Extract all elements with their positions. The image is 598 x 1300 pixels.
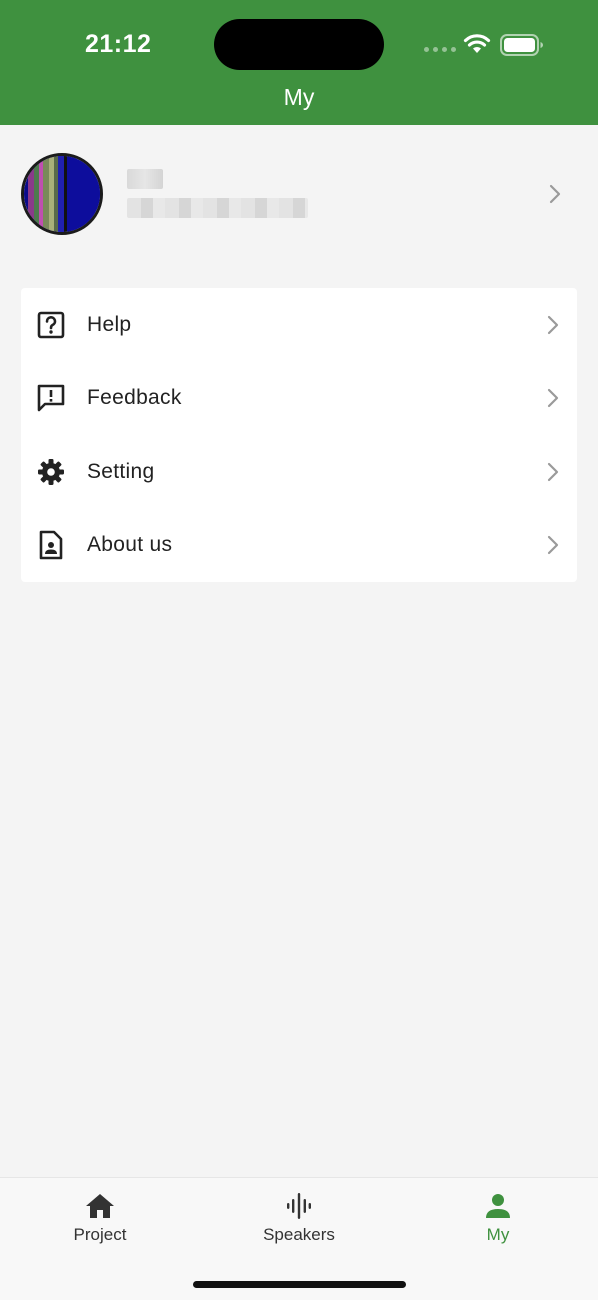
profile-detail-redacted [127,198,308,218]
menu-item-feedback[interactable]: Feedback [21,362,577,436]
chevron-right-icon [547,462,559,481]
person-icon [485,1192,511,1220]
menu-item-help[interactable]: Help [21,288,577,362]
app-header: 21:12 My [0,0,598,125]
dynamic-island [214,19,384,70]
menu-item-setting[interactable]: Setting [21,435,577,509]
menu-item-label: Setting [87,459,155,483]
help-icon [36,310,66,340]
profile-row[interactable] [0,125,598,265]
tab-speakers[interactable]: Speakers [199,1178,399,1258]
chevron-right-icon [547,389,559,408]
menu-item-label: About us [87,533,173,557]
wifi-icon [463,34,491,53]
tab-label: Speakers [263,1225,335,1244]
gear-icon [36,457,66,487]
menu-item-about-us[interactable]: About us [21,509,577,583]
chevron-right-icon [547,536,559,555]
menu-item-label: Help [87,312,132,336]
menu-card: Help Feedback Setting About us [21,288,577,582]
chevron-right-icon [549,184,561,204]
home-icon [85,1192,115,1220]
cellular-signal-icon [424,47,456,52]
about-icon [36,530,66,560]
tab-label: Project [73,1225,127,1244]
audio-wave-icon [285,1192,313,1220]
battery-icon [500,34,543,56]
avatar [21,153,103,235]
tab-project[interactable]: Project [0,1178,200,1258]
home-indicator [193,1281,406,1288]
feedback-icon [36,383,66,413]
tab-my[interactable]: My [398,1178,598,1258]
status-time: 21:12 [85,30,152,58]
chevron-right-icon [547,315,559,334]
menu-item-label: Feedback [87,386,182,410]
page-title: My [283,84,315,110]
tab-label: My [486,1225,510,1244]
profile-name-redacted [127,169,163,189]
